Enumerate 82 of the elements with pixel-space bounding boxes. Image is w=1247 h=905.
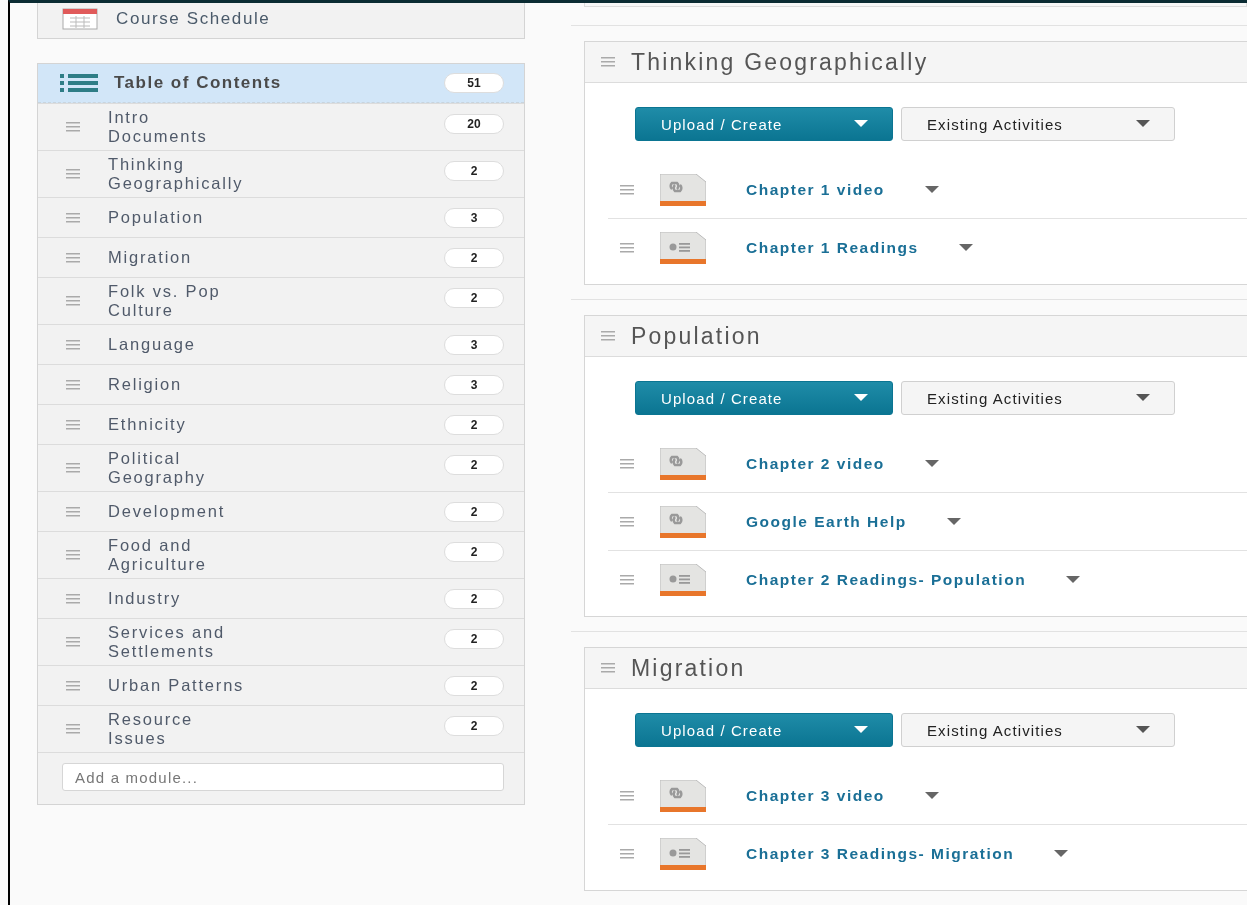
drag-handle-icon[interactable] xyxy=(66,550,80,560)
item-count: 2 xyxy=(444,676,504,696)
caret-icon xyxy=(1066,575,1081,584)
item-count: 2 xyxy=(444,161,504,181)
drag-handle-icon[interactable] xyxy=(66,463,80,473)
caret-icon xyxy=(854,120,868,128)
drag-handle-icon[interactable] xyxy=(66,724,80,734)
course-schedule-link[interactable]: Course Schedule xyxy=(37,3,525,39)
item-count: 2 xyxy=(444,716,504,736)
drag-handle-icon[interactable] xyxy=(620,848,634,859)
caret-icon xyxy=(1136,726,1150,734)
drag-handle-icon[interactable] xyxy=(66,169,80,179)
item-count: 2 xyxy=(444,629,504,649)
item-count: 2 xyxy=(444,415,504,435)
drag-handle-icon[interactable] xyxy=(66,506,80,517)
list-icon xyxy=(60,74,98,92)
section-title: Migration xyxy=(631,654,746,682)
drag-handle-icon[interactable] xyxy=(620,790,634,801)
drag-handle-icon[interactable] xyxy=(601,331,615,341)
caret-icon xyxy=(854,394,868,402)
upload-create-button[interactable]: Upload / Create xyxy=(635,381,893,415)
activity-link[interactable]: Chapter 1 Readings xyxy=(746,238,919,257)
item-count: 2 xyxy=(444,542,504,562)
drag-handle-icon[interactable] xyxy=(620,242,634,253)
drag-handle-icon[interactable] xyxy=(66,339,80,350)
section-title: Thinking Geographically xyxy=(631,48,929,76)
drag-handle-icon[interactable] xyxy=(601,663,615,673)
item-count: 3 xyxy=(444,208,504,228)
existing-activities-button[interactable]: Existing Activities xyxy=(901,381,1175,415)
drag-handle-icon[interactable] xyxy=(620,458,634,469)
item-count: 2 xyxy=(444,248,504,268)
activity-link[interactable]: Chapter 3 Readings- Migration xyxy=(746,844,1015,863)
drag-handle-icon[interactable] xyxy=(66,680,80,691)
caret-icon xyxy=(924,185,939,194)
activity-link[interactable]: Chapter 1 video xyxy=(746,180,885,199)
link-file-icon xyxy=(660,505,706,538)
drag-handle-icon[interactable] xyxy=(620,516,634,527)
link-file-icon xyxy=(660,447,706,480)
drag-handle-icon[interactable] xyxy=(66,593,80,604)
document-file-icon xyxy=(660,231,706,264)
drag-handle-icon[interactable] xyxy=(66,252,80,263)
drag-handle-icon[interactable] xyxy=(66,122,80,132)
activity-link[interactable]: Chapter 2 Readings- Population xyxy=(746,570,1027,589)
item-count: 3 xyxy=(444,335,504,355)
caret-icon xyxy=(958,243,973,252)
item-count: 20 xyxy=(444,114,504,134)
drag-handle-icon[interactable] xyxy=(601,57,615,67)
caret-icon xyxy=(924,791,939,800)
upload-create-button[interactable]: Upload / Create xyxy=(635,713,893,747)
drag-handle-icon[interactable] xyxy=(66,379,80,390)
section-title: Population xyxy=(631,322,762,350)
caret-icon xyxy=(854,726,868,734)
drag-handle-icon[interactable] xyxy=(66,296,80,306)
link-file-icon xyxy=(660,173,706,206)
activity-link[interactable]: Google Earth Help xyxy=(746,512,907,531)
existing-activities-button[interactable]: Existing Activities xyxy=(901,713,1175,747)
drag-handle-icon[interactable] xyxy=(620,574,634,585)
link-file-icon xyxy=(660,779,706,812)
table-of-contents-item[interactable]: Table of Contents 51 xyxy=(38,64,524,103)
drag-handle-icon[interactable] xyxy=(620,184,634,195)
drag-handle-icon[interactable] xyxy=(66,212,80,223)
caret-icon xyxy=(1136,394,1150,402)
document-file-icon xyxy=(660,563,706,596)
drag-handle-icon[interactable] xyxy=(66,419,80,430)
caret-icon xyxy=(1136,120,1150,128)
item-count: 2 xyxy=(444,288,504,308)
activity-link[interactable]: Chapter 3 video xyxy=(746,786,885,805)
upload-create-button[interactable]: Upload / Create xyxy=(635,107,893,141)
existing-activities-button[interactable]: Existing Activities xyxy=(901,107,1175,141)
item-count: 3 xyxy=(444,375,504,395)
calendar-icon xyxy=(62,8,98,30)
activity-link[interactable]: Chapter 2 video xyxy=(746,454,885,473)
item-count: 2 xyxy=(444,502,504,522)
document-file-icon xyxy=(660,837,706,870)
item-count: 2 xyxy=(444,455,504,475)
item-count: 51 xyxy=(444,73,504,93)
add-module-field[interactable]: Add a module... xyxy=(62,763,504,791)
caret-icon xyxy=(1054,849,1069,858)
caret-icon xyxy=(946,517,961,526)
item-count: 2 xyxy=(444,589,504,609)
caret-icon xyxy=(924,459,939,468)
drag-handle-icon[interactable] xyxy=(66,637,80,647)
